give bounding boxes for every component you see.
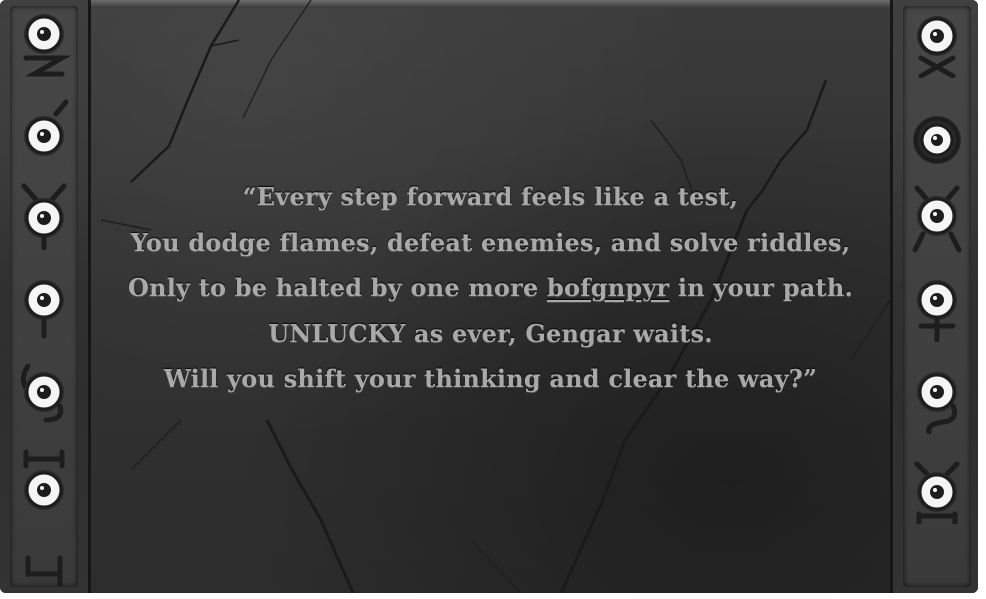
riddle-line-3-start: Only to be halted by one more: [127, 273, 548, 302]
riddle-line-3-end: in your path.: [669, 273, 854, 302]
unown-h-icon: [16, 446, 72, 518]
unown-y-icon: [16, 178, 72, 250]
cipher-word: bofgnpyr: [547, 273, 670, 302]
riddle-text: “Every step forward feels like a test, Y…: [91, 174, 890, 402]
unown-x2-icon: [909, 182, 965, 254]
riddle-line-3: Only to be halted by one more bofgnpyr i…: [91, 265, 890, 311]
riddle-line-4: UNLUCKY as ever, Gengar waits.: [91, 311, 890, 357]
tablet-edge: [91, 0, 890, 8]
unown-g2-icon: [909, 362, 965, 434]
left-glyph-pillar: [0, 0, 91, 593]
right-glyph-pillar: [890, 0, 978, 593]
unown-t-icon: [909, 270, 965, 342]
unown-o-icon: [909, 104, 965, 176]
riddle-line-4-rest: as ever, Gengar waits.: [405, 318, 713, 348]
unlucky-word: UNLUCKY: [268, 318, 406, 348]
unown-z-icon: [16, 8, 72, 80]
unown-x-icon: [909, 6, 965, 78]
unown-a-icon: [909, 452, 965, 524]
riddle-line-2: You dodge flames, defeat enemies, and so…: [130, 227, 851, 257]
unown-q-icon: [16, 96, 72, 168]
riddle-line-5: Will you shift your thinking and clear t…: [163, 364, 818, 393]
unown-y2-icon: [16, 518, 72, 590]
riddle-line-1: “Every step forward feels like a test,: [242, 182, 739, 211]
unown-d-icon: [16, 268, 72, 340]
stone-frame: “Every step forward feels like a test, Y…: [0, 0, 978, 593]
unown-g-icon: [16, 354, 72, 426]
